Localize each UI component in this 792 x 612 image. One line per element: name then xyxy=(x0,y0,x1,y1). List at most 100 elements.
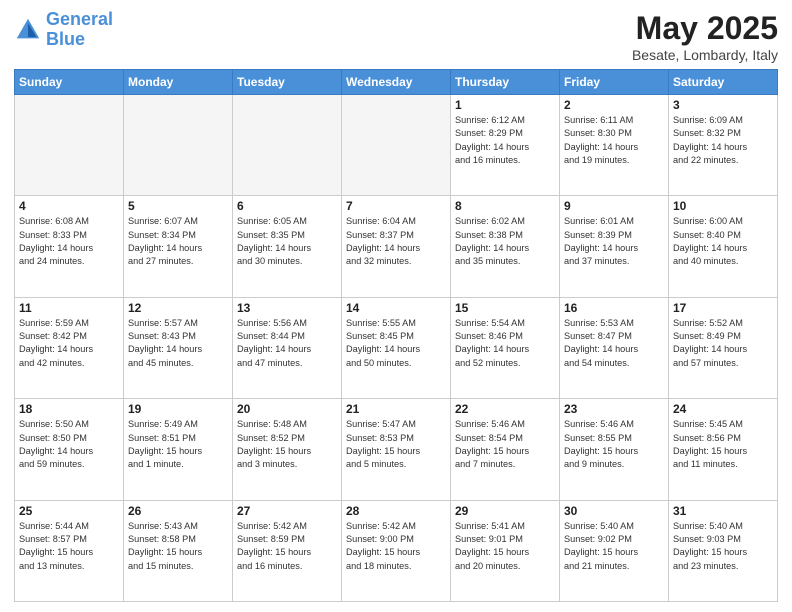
day-info: Sunrise: 5:42 AMSunset: 9:00 PMDaylight:… xyxy=(346,520,446,573)
calendar-table: SundayMondayTuesdayWednesdayThursdayFrid… xyxy=(14,69,778,602)
weekday-header-thursday: Thursday xyxy=(451,70,560,95)
logo-blue: Blue xyxy=(46,30,113,50)
day-info: Sunrise: 6:11 AMSunset: 8:30 PMDaylight:… xyxy=(564,114,664,167)
calendar-cell: 20 Sunrise: 5:48 AMSunset: 8:52 PMDayligh… xyxy=(233,399,342,500)
calendar-cell: 2Sunrise: 6:11 AMSunset: 8:30 PMDaylight… xyxy=(560,95,669,196)
title-block: May 2025 Besate, Lombardy, Italy xyxy=(632,10,778,63)
day-number: 18 xyxy=(19,402,119,416)
weekday-header-saturday: Saturday xyxy=(669,70,778,95)
calendar-cell: 13 Sunrise: 5:56 AMSunset: 8:44 PMDayligh… xyxy=(233,297,342,398)
weekday-header-tuesday: Tuesday xyxy=(233,70,342,95)
calendar-cell: 16 Sunrise: 5:53 AMSunset: 8:47 PMDayligh… xyxy=(560,297,669,398)
day-number: 17 xyxy=(673,301,773,315)
calendar-cell: 25 Sunrise: 5:44 AMSunset: 8:57 PMDayligh… xyxy=(15,500,124,601)
day-info: Sunrise: 5:46 AMSunset: 8:55 PMDaylight:… xyxy=(564,418,664,471)
calendar-cell: 12 Sunrise: 5:57 AMSunset: 8:43 PMDayligh… xyxy=(124,297,233,398)
calendar-cell: 11 Sunrise: 5:59 AMSunset: 8:42 PMDayligh… xyxy=(15,297,124,398)
day-number: 11 xyxy=(19,301,119,315)
day-number: 16 xyxy=(564,301,664,315)
day-number: 20 xyxy=(237,402,337,416)
calendar-cell: 24 Sunrise: 5:45 AMSunset: 8:56 PMDayligh… xyxy=(669,399,778,500)
day-info: Sunrise: 5:59 AMSunset: 8:42 PMDaylight:… xyxy=(19,317,119,370)
day-info: Sunrise: 5:55 AMSunset: 8:45 PMDaylight:… xyxy=(346,317,446,370)
day-info: Sunrise: 6:02 AMSunset: 8:38 PMDaylight:… xyxy=(455,215,555,268)
day-number: 5 xyxy=(128,199,228,213)
calendar-cell: 15 Sunrise: 5:54 AMSunset: 8:46 PMDayligh… xyxy=(451,297,560,398)
day-number: 24 xyxy=(673,402,773,416)
day-info: Sunrise: 6:05 AMSunset: 8:35 PMDaylight:… xyxy=(237,215,337,268)
weekday-header-friday: Friday xyxy=(560,70,669,95)
calendar-cell: 19 Sunrise: 5:49 AMSunset: 8:51 PMDayligh… xyxy=(124,399,233,500)
calendar-cell: 29 Sunrise: 5:41 AMSunset: 9:01 PMDayligh… xyxy=(451,500,560,601)
weekday-header-sunday: Sunday xyxy=(15,70,124,95)
day-info: Sunrise: 5:56 AMSunset: 8:44 PMDaylight:… xyxy=(237,317,337,370)
day-number: 30 xyxy=(564,504,664,518)
day-info: Sunrise: 6:00 AMSunset: 8:40 PMDaylight:… xyxy=(673,215,773,268)
day-number: 27 xyxy=(237,504,337,518)
calendar-cell xyxy=(342,95,451,196)
calendar-cell: 22 Sunrise: 5:46 AMSunset: 8:54 PMDayligh… xyxy=(451,399,560,500)
day-info: Sunrise: 5:42 AMSunset: 8:59 PMDaylight:… xyxy=(237,520,337,573)
calendar-cell xyxy=(233,95,342,196)
day-info: Sunrise: 5:41 AMSunset: 9:01 PMDaylight:… xyxy=(455,520,555,573)
header: General Blue May 2025 Besate, Lombardy, … xyxy=(14,10,778,63)
day-info: Sunrise: 5:49 AMSunset: 8:51 PMDaylight:… xyxy=(128,418,228,471)
day-number: 12 xyxy=(128,301,228,315)
day-info: Sunrise: 6:12 AMSunset: 8:29 PMDaylight:… xyxy=(455,114,555,167)
logo-icon xyxy=(14,16,42,44)
day-number: 7 xyxy=(346,199,446,213)
calendar-cell: 30 Sunrise: 5:40 AMSunset: 9:02 PMDayligh… xyxy=(560,500,669,601)
calendar-cell: 21 Sunrise: 5:47 AMSunset: 8:53 PMDayligh… xyxy=(342,399,451,500)
day-info: Sunrise: 5:47 AMSunset: 8:53 PMDaylight:… xyxy=(346,418,446,471)
calendar-cell: 23 Sunrise: 5:46 AMSunset: 8:55 PMDayligh… xyxy=(560,399,669,500)
calendar-week-3: 11 Sunrise: 5:59 AMSunset: 8:42 PMDayligh… xyxy=(15,297,778,398)
day-info: Sunrise: 5:45 AMSunset: 8:56 PMDaylight:… xyxy=(673,418,773,471)
day-number: 9 xyxy=(564,199,664,213)
day-info: Sunrise: 5:52 AMSunset: 8:49 PMDaylight:… xyxy=(673,317,773,370)
day-number: 21 xyxy=(346,402,446,416)
day-number: 28 xyxy=(346,504,446,518)
calendar-cell xyxy=(124,95,233,196)
calendar-cell: 9 Sunrise: 6:01 AMSunset: 8:39 PMDaylight… xyxy=(560,196,669,297)
day-info: Sunrise: 5:53 AMSunset: 8:47 PMDaylight:… xyxy=(564,317,664,370)
day-number: 26 xyxy=(128,504,228,518)
calendar-cell: 5Sunrise: 6:07 AMSunset: 8:34 PMDaylight… xyxy=(124,196,233,297)
day-info: Sunrise: 6:08 AMSunset: 8:33 PMDaylight:… xyxy=(19,215,119,268)
day-info: Sunrise: 5:48 AMSunset: 8:52 PMDaylight:… xyxy=(237,418,337,471)
day-number: 8 xyxy=(455,199,555,213)
calendar-cell: 28 Sunrise: 5:42 AMSunset: 9:00 PMDayligh… xyxy=(342,500,451,601)
logo-text: General Blue xyxy=(46,10,113,50)
calendar-cell: 31Sunrise: 5:40 AMSunset: 9:03 PMDayligh… xyxy=(669,500,778,601)
day-number: 10 xyxy=(673,199,773,213)
day-info: Sunrise: 5:50 AMSunset: 8:50 PMDaylight:… xyxy=(19,418,119,471)
day-number: 23 xyxy=(564,402,664,416)
day-number: 13 xyxy=(237,301,337,315)
day-info: Sunrise: 6:04 AMSunset: 8:37 PMDaylight:… xyxy=(346,215,446,268)
calendar-cell: 10 Sunrise: 6:00 AMSunset: 8:40 PMDayligh… xyxy=(669,196,778,297)
calendar-cell: 14Sunrise: 5:55 AMSunset: 8:45 PMDayligh… xyxy=(342,297,451,398)
day-number: 19 xyxy=(128,402,228,416)
day-info: Sunrise: 5:46 AMSunset: 8:54 PMDaylight:… xyxy=(455,418,555,471)
weekday-header-monday: Monday xyxy=(124,70,233,95)
day-info: Sunrise: 5:44 AMSunset: 8:57 PMDaylight:… xyxy=(19,520,119,573)
day-info: Sunrise: 5:57 AMSunset: 8:43 PMDaylight:… xyxy=(128,317,228,370)
calendar-cell: 27 Sunrise: 5:42 AMSunset: 8:59 PMDayligh… xyxy=(233,500,342,601)
weekday-header-wednesday: Wednesday xyxy=(342,70,451,95)
day-number: 22 xyxy=(455,402,555,416)
calendar-cell: 18 Sunrise: 5:50 AMSunset: 8:50 PMDayligh… xyxy=(15,399,124,500)
day-number: 4 xyxy=(19,199,119,213)
month-title: May 2025 xyxy=(632,10,778,47)
calendar-cell: 8 Sunrise: 6:02 AMSunset: 8:38 PMDaylight… xyxy=(451,196,560,297)
day-number: 29 xyxy=(455,504,555,518)
calendar-cell: 6Sunrise: 6:05 AMSunset: 8:35 PMDaylight… xyxy=(233,196,342,297)
day-info: Sunrise: 5:40 AMSunset: 9:02 PMDaylight:… xyxy=(564,520,664,573)
day-number: 15 xyxy=(455,301,555,315)
location-subtitle: Besate, Lombardy, Italy xyxy=(632,47,778,63)
day-info: Sunrise: 6:01 AMSunset: 8:39 PMDaylight:… xyxy=(564,215,664,268)
day-info: Sunrise: 5:54 AMSunset: 8:46 PMDaylight:… xyxy=(455,317,555,370)
calendar-week-4: 18 Sunrise: 5:50 AMSunset: 8:50 PMDayligh… xyxy=(15,399,778,500)
day-number: 25 xyxy=(19,504,119,518)
day-info: Sunrise: 5:43 AMSunset: 8:58 PMDaylight:… xyxy=(128,520,228,573)
logo-general: General xyxy=(46,9,113,29)
weekday-header-row: SundayMondayTuesdayWednesdayThursdayFrid… xyxy=(15,70,778,95)
